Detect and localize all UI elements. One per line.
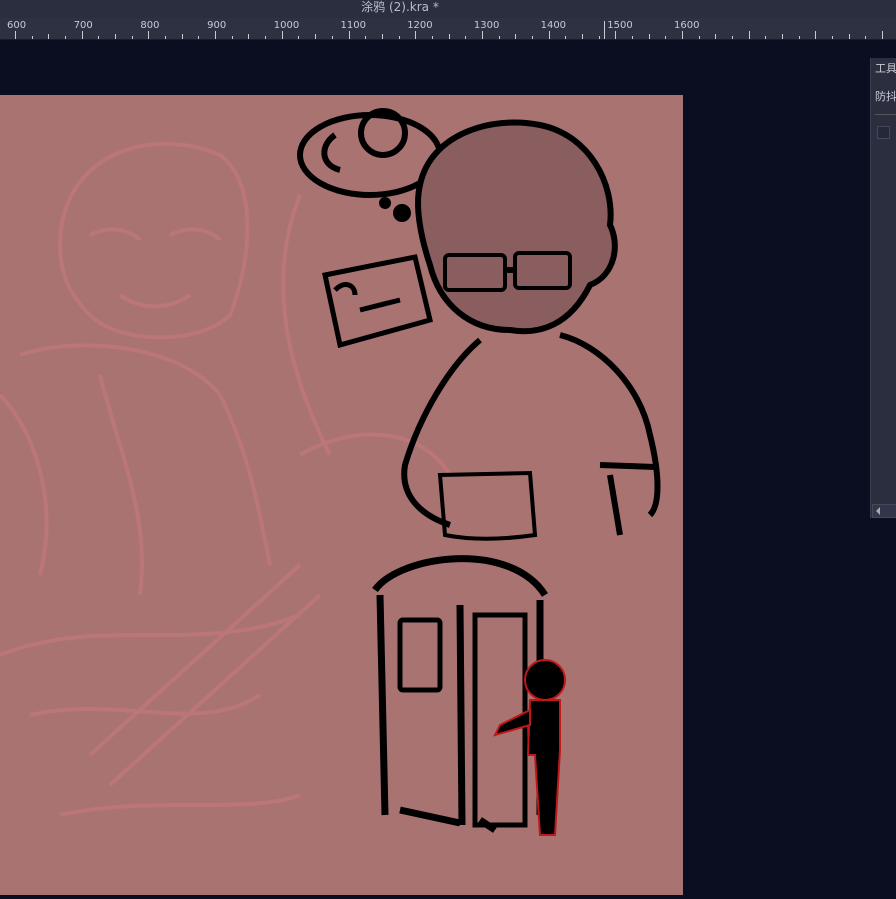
ruler-tick	[415, 31, 417, 39]
ruler-label: 1000	[273, 20, 300, 31]
ruler-tick	[498, 36, 500, 39]
machine	[372, 555, 548, 833]
divider	[875, 114, 896, 115]
ruler-tick	[231, 36, 233, 39]
horizontal-ruler[interactable]: 600 700 800 900 1000 1100 1200 1300 1400 1500 1600	[0, 18, 896, 40]
ruler-tick	[765, 36, 767, 39]
ruler-tick	[315, 34, 317, 39]
ruler-label: 900	[207, 20, 227, 31]
artwork	[0, 108, 661, 836]
ruler-tick	[665, 36, 667, 39]
ruler-tick	[215, 31, 217, 39]
scroll-left-icon[interactable]	[876, 507, 880, 515]
ruler-tick	[98, 36, 100, 39]
ruler-tick	[298, 36, 300, 39]
ruler-tick	[148, 31, 150, 39]
ruler-tick	[832, 36, 834, 39]
ruler-tick	[348, 31, 350, 39]
ruler-tick	[481, 31, 483, 39]
ruler-tick	[81, 31, 83, 39]
docker-title: 工具	[875, 62, 896, 75]
ruler-tick	[648, 34, 650, 39]
ruler-tick	[865, 36, 867, 39]
title-bar: 涂鸦 (2).kra *	[0, 0, 896, 18]
ruler-tick	[448, 34, 450, 39]
ruler-tick	[715, 34, 717, 39]
ruler-label: 1400	[540, 20, 567, 31]
ruler-tick	[732, 36, 734, 39]
ruler-tick	[398, 36, 400, 39]
ruler-tick	[748, 31, 750, 39]
ruler-tick	[531, 36, 533, 39]
ruler-tick	[882, 31, 884, 39]
ruler-tick	[181, 34, 183, 39]
ruler-tick	[431, 36, 433, 39]
ruler-label: 1600	[674, 20, 700, 31]
tool-options-docker: 工具 防抖	[870, 58, 896, 518]
ruler-tick	[31, 36, 33, 39]
ruler-tick	[615, 31, 617, 39]
ruler-tick	[48, 34, 50, 39]
ruler-tick	[515, 34, 517, 39]
ruler-tick	[131, 36, 133, 39]
ruler-tick	[815, 31, 817, 39]
ruler-tick	[465, 36, 467, 39]
ruler-tick	[782, 34, 784, 39]
ruler-label: 1100	[340, 20, 366, 31]
paper-note	[322, 254, 433, 349]
ruler-label: 800	[140, 20, 160, 31]
ruler-tick	[115, 34, 117, 39]
ruler-tick	[798, 36, 800, 39]
cursor-position-marker	[604, 21, 605, 39]
ruler-label: 1500	[607, 20, 633, 31]
ruler-label: 1200	[407, 20, 433, 31]
smoothing-label: 防抖	[875, 90, 896, 103]
main-figure	[401, 119, 661, 541]
ruler-tick	[581, 34, 583, 39]
ruler-label: 600	[7, 20, 27, 31]
ruler-tick	[598, 36, 600, 39]
ruler-tick	[281, 31, 283, 39]
ruler-tick	[548, 31, 550, 39]
document-title: 涂鸦 (2).kra *	[361, 0, 439, 14]
ruler-tick	[248, 34, 250, 39]
ruler-tick	[65, 36, 67, 39]
ruler-tick	[365, 36, 367, 39]
ruler-tick	[698, 36, 700, 39]
ruler-tick	[15, 31, 16, 39]
ruler-tick	[165, 36, 167, 39]
ruler-tick	[565, 36, 567, 39]
ruler-tick	[198, 36, 200, 39]
horizontal-scrollbar[interactable]	[872, 504, 896, 518]
ruler-tick	[682, 31, 683, 39]
small-figure	[493, 659, 566, 836]
ruler-label: 700	[73, 20, 93, 31]
ruler-tick	[331, 36, 333, 39]
ruler-tick	[265, 36, 267, 39]
drawing-canvas[interactable]	[0, 95, 683, 895]
ruler-tick	[381, 34, 383, 39]
ruler-tick	[848, 34, 850, 39]
ruler-tick	[631, 36, 633, 39]
ruler-label: 1300	[473, 20, 500, 31]
option-checkbox[interactable]	[877, 126, 890, 139]
